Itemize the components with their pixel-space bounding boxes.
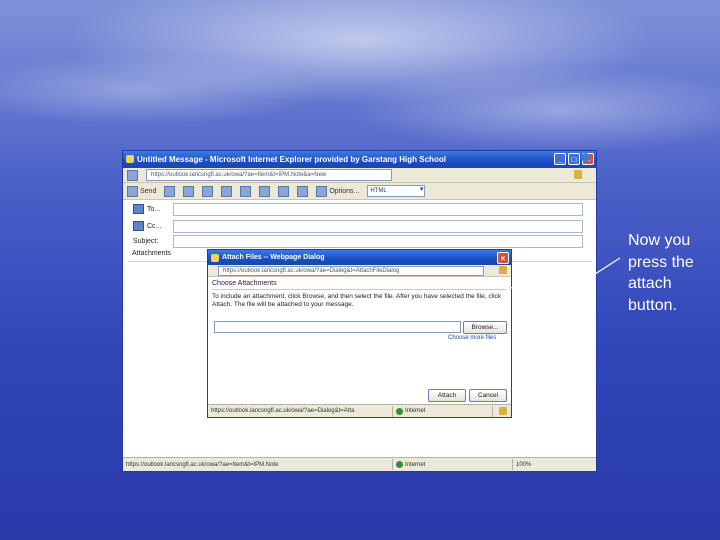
send-button[interactable]: Send: [127, 185, 157, 197]
send-icon: [127, 185, 138, 197]
attach-button[interactable]: Attach: [428, 389, 466, 402]
to-button[interactable]: To...: [133, 204, 173, 214]
to-field[interactable]: [173, 202, 583, 216]
browse-button[interactable]: Browse...: [463, 321, 507, 334]
options-icon: [316, 185, 328, 197]
ie-icon: [211, 254, 219, 262]
importance-low-icon[interactable]: [259, 185, 271, 197]
dialog-titlebar: Attach Files -- Webpage Dialog ×: [208, 250, 511, 265]
annotation-text: Now you press the attach button.: [628, 232, 694, 314]
choose-more-files-link[interactable]: Choose more files: [448, 335, 496, 341]
format-select[interactable]: HTML: [367, 185, 426, 197]
dialog-heading: Choose Attachments: [212, 280, 277, 287]
globe-icon: [396, 407, 403, 415]
dialog-title: Attach Files -- Webpage Dialog: [222, 254, 325, 261]
address-field[interactable]: https://outlook.lancsngfl.ac.uk/owa/?ae=…: [146, 169, 392, 181]
spell-check-icon[interactable]: [297, 185, 309, 197]
cc-label: Cc...: [147, 222, 162, 230]
address-bar: https://outlook.lancsngfl.ac.uk/owa/?ae=…: [123, 168, 596, 183]
ie-statusbar: https://outlook.lancsngfl.ac.uk/owa/?ae=…: [123, 457, 596, 471]
paperclip-icon[interactable]: [183, 185, 195, 197]
address-book-icon: [133, 221, 144, 231]
zoom-label: 100%: [516, 461, 532, 468]
flag-icon[interactable]: [278, 185, 290, 197]
to-row: To...: [133, 202, 583, 216]
status-zone: Internet: [393, 459, 513, 470]
address-book-icon: [133, 204, 144, 214]
callout-line: [508, 257, 621, 349]
save-icon[interactable]: [164, 185, 176, 197]
dialog-zone-label: Internet: [405, 408, 426, 414]
to-label: To...: [147, 205, 161, 213]
ie-icon: [126, 155, 134, 163]
options-label: Options...: [329, 187, 360, 195]
cc-row: Cc...: [133, 219, 583, 233]
subject-label: Subject:: [133, 237, 159, 245]
help-icon[interactable]: [581, 153, 590, 162]
lock-icon: [499, 407, 507, 415]
attach-files-dialog: Attach Files -- Webpage Dialog × https:/…: [207, 249, 512, 418]
ie-titlebar: Untitled Message - Microsoft Internet Ex…: [123, 151, 596, 168]
dialog-instructions: To include an attachment, click Browse, …: [212, 293, 502, 308]
dialog-status-url: https://outlook.lancsngfl.ac.uk/owa/?ae=…: [208, 405, 393, 417]
options-button[interactable]: Options...: [316, 185, 360, 197]
subject-row: Subject:: [133, 234, 583, 248]
cc-field[interactable]: [173, 219, 583, 233]
minimize-icon[interactable]: _: [554, 153, 566, 165]
zone-label: Internet: [405, 461, 426, 468]
check-names-icon[interactable]: [221, 185, 233, 197]
send-label: Send: [140, 187, 157, 195]
subject-field[interactable]: [173, 234, 583, 248]
cc-button[interactable]: Cc...: [133, 221, 173, 231]
lock-icon[interactable]: [499, 266, 507, 274]
globe-icon: [396, 461, 403, 468]
address-book-icon[interactable]: [202, 185, 214, 197]
message-toolbar: Send Options... HTML: [123, 153, 596, 200]
lock-icon[interactable]: [574, 170, 582, 179]
dialog-statusbar: https://outlook.lancsngfl.ac.uk/owa/?ae=…: [208, 404, 511, 417]
dialog-status-zone: Internet: [393, 405, 493, 417]
importance-high-icon[interactable]: [240, 185, 252, 197]
page-icon: [127, 169, 138, 181]
dialog-address-bar: https://outlook.lancsngfl.ac.uk/owa/?ae=…: [208, 265, 511, 277]
dialog-address-field: https://outlook.lancsngfl.ac.uk/owa/?ae=…: [218, 266, 484, 276]
status-url: https://outlook.lancsngfl.ac.uk/owa/?ae=…: [123, 459, 393, 470]
maximize-icon[interactable]: □: [568, 153, 580, 165]
divider: [212, 289, 506, 290]
window-title: Untitled Message - Microsoft Internet Ex…: [137, 155, 446, 164]
cancel-button[interactable]: Cancel: [469, 389, 507, 402]
zoom-control[interactable]: 100%: [513, 459, 593, 470]
file-path-input[interactable]: [214, 321, 461, 333]
